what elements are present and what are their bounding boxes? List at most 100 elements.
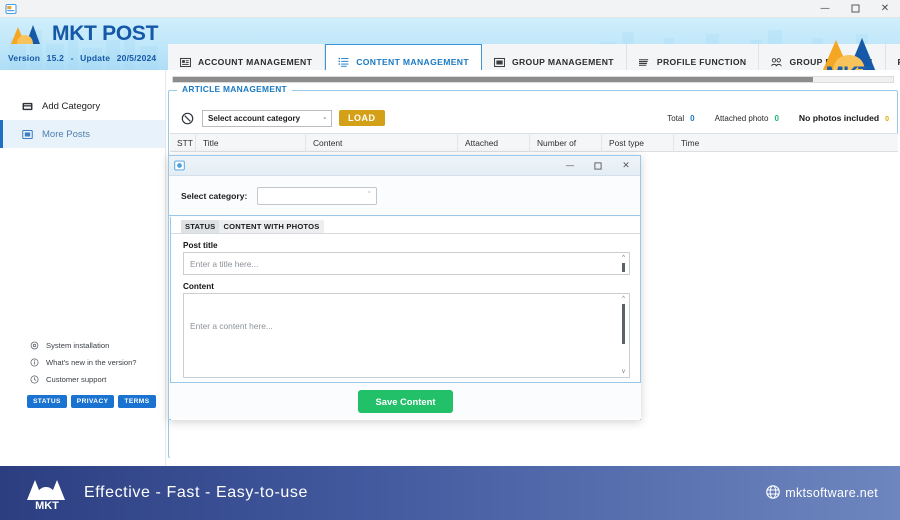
counter-total: Total 0 <box>667 114 694 123</box>
scroll-down-icon: v <box>622 369 625 375</box>
column-header-time[interactable]: Time <box>674 133 898 152</box>
dialog-tabs: STATUS CONTENT WITH PHOTOS <box>171 217 640 233</box>
chevron-down-icon: - <box>323 114 326 122</box>
counters-group: Total 0 Attached photo 0 No photos inclu… <box>667 113 891 123</box>
counter-no-photos-label: No photos included <box>798 113 880 123</box>
counter-attached-photo-label: Attached photo <box>714 113 769 123</box>
footer-mkt-logo: MKT <box>22 474 72 512</box>
counter-total-label: Total <box>667 113 685 123</box>
sidebar-footer-links: System installation What's new in the ve… <box>0 337 166 408</box>
create-post-dialog: — ✕ Select category: ˇ STATUS CONTENT WI… <box>168 155 641 420</box>
dialog-category-row: Select category: ˇ <box>169 176 640 216</box>
tab-group-management[interactable]: GROUP MANAGEMENT <box>481 44 627 70</box>
dialog-maximize-button[interactable] <box>584 156 612 176</box>
sidebar-link-system-installation[interactable]: System installation <box>0 337 166 354</box>
scroll-thumb[interactable] <box>622 304 625 344</box>
dialog-minimize-button[interactable]: — <box>556 156 584 176</box>
scroll-up-icon: ^ <box>622 296 625 302</box>
content-scrollbar[interactable]: ^ v <box>619 295 628 376</box>
footer-website[interactable]: mktsoftware.net <box>766 484 878 502</box>
users-icon <box>771 57 783 68</box>
main-nav-tabs: ACCOUNT MANAGEMENT CONTENT MANAGEMENT GR… <box>168 44 900 70</box>
minimize-button[interactable]: — <box>810 0 840 18</box>
dialog-window-controls: — ✕ <box>556 156 640 176</box>
more-posts-icon <box>22 129 33 140</box>
tab-group-management-label: GROUP MANAGEMENT <box>511 57 614 67</box>
tab-content-management[interactable]: CONTENT MANAGEMENT <box>325 44 482 70</box>
sidebar: Add Category More Posts System installat… <box>0 70 166 466</box>
tab-group-function[interactable]: GROUP FUNCTION <box>759 44 886 70</box>
sidebar-item-add-category[interactable]: Add Category <box>0 92 165 120</box>
sidebar-item-more-posts-label: More Posts <box>42 128 91 140</box>
sidebar-item-more-posts[interactable]: More Posts <box>0 120 165 148</box>
account-category-select-value: Select account category <box>208 113 301 123</box>
globe-icon <box>766 484 781 502</box>
save-content-button[interactable]: Save Content <box>357 389 454 413</box>
badge-terms[interactable]: TERMS <box>118 395 156 408</box>
sidebar-badges: STATUS PRIVACY TERMS <box>0 395 166 408</box>
select-category-dropdown[interactable]: ˇ <box>257 186 378 205</box>
content-textarea[interactable]: Enter a content here... ^ v <box>183 293 630 378</box>
tab-account-management[interactable]: ACCOUNT MANAGEMENT <box>168 44 326 70</box>
post-title-scrollbar[interactable]: ^ <box>619 254 628 273</box>
column-header-content[interactable]: Content <box>306 133 458 152</box>
brand-logo-block: MKT POST Version 15.2 - Update 20/5/2024 <box>8 20 168 70</box>
sidebar-item-add-category-label: Add Category <box>42 100 101 112</box>
app-window-icon <box>4 2 18 16</box>
sidebar-link-whats-new[interactable]: What's new in the version? <box>0 354 166 371</box>
svg-text:MKT: MKT <box>35 500 59 512</box>
app-footer: MKT Effective - Fast - Easy-to-use mktso… <box>0 466 900 520</box>
gear-icon <box>30 341 39 350</box>
badge-privacy[interactable]: PRIVACY <box>70 395 115 408</box>
horizontal-scrollbar[interactable] <box>172 76 894 83</box>
article-grid-header: STT Title Content Attached Number of Pos… <box>170 133 898 152</box>
account-category-select[interactable]: Select account category - <box>202 109 332 127</box>
sidebar-link-customer-support[interactable]: Customer support <box>0 371 166 388</box>
modal-app-icon <box>174 160 185 171</box>
maximize-button[interactable] <box>840 0 870 18</box>
brand-version-line: Version 15.2 - Update 20/5/2024 <box>8 53 168 63</box>
refresh-icon[interactable] <box>179 110 195 126</box>
tab-profile-function-label: PROFILE FUNCTION <box>656 57 747 67</box>
counter-total-value: 0 <box>690 113 695 123</box>
counter-attached-photo-value: 0 <box>774 113 779 123</box>
tab-page-function[interactable]: PAGE F <box>885 44 900 70</box>
mkt-logo-icon <box>11 25 40 44</box>
post-title-input[interactable]: Enter a title here... ^ <box>183 252 630 275</box>
footer-website-label: mktsoftware.net <box>785 486 878 500</box>
content-label: Content <box>183 282 214 291</box>
dialog-tab-status[interactable]: STATUS <box>181 220 220 233</box>
post-title-label: Post title <box>183 241 218 250</box>
tab-profile-function[interactable]: PROFILE FUNCTION <box>626 44 760 70</box>
column-header-title[interactable]: Title <box>196 133 306 152</box>
counter-no-photos: No photos included 0 <box>799 113 889 123</box>
version-value: 15.2 <box>46 53 65 63</box>
dialog-tabs-divider <box>171 233 640 234</box>
badge-status[interactable]: STATUS <box>27 395 67 408</box>
counter-no-photos-value: 0 <box>885 116 889 123</box>
column-header-number-of[interactable]: Number of <box>530 133 602 152</box>
tab-group-function-label: GROUP FUNCTION <box>789 57 873 67</box>
window-controls: — ✕ <box>810 0 900 18</box>
tab-account-management-label: ACCOUNT MANAGEMENT <box>198 57 313 67</box>
update-value: 20/5/2024 <box>116 53 157 63</box>
load-button[interactable]: LOAD <box>339 110 385 126</box>
column-header-attached[interactable]: Attached <box>458 133 530 152</box>
tab-content-management-label: CONTENT MANAGEMENT <box>356 57 469 67</box>
scroll-thumb[interactable] <box>622 263 625 272</box>
column-header-stt[interactable]: STT <box>170 133 196 152</box>
sidebar-link-whats-new-label: What's new in the version? <box>46 358 137 367</box>
dialog-footer: Save Content <box>170 382 641 419</box>
info-icon <box>30 358 39 367</box>
dialog-close-button[interactable]: ✕ <box>612 156 640 176</box>
column-header-post-type[interactable]: Post type <box>602 133 674 152</box>
dialog-title-bar: — ✕ <box>169 156 640 176</box>
footer-tagline: Effective - Fast - Easy-to-use <box>84 484 308 501</box>
counter-attached-photo: Attached photo 0 <box>715 114 779 123</box>
update-label: Update <box>80 53 111 63</box>
close-button[interactable]: ✕ <box>870 0 900 18</box>
clock-icon <box>30 375 39 384</box>
chevron-down-icon: ˇ <box>368 192 371 199</box>
dialog-tab-content-with-photos[interactable]: CONTENT WITH PHOTOS <box>219 220 324 233</box>
select-category-label: Select category: <box>181 190 248 201</box>
